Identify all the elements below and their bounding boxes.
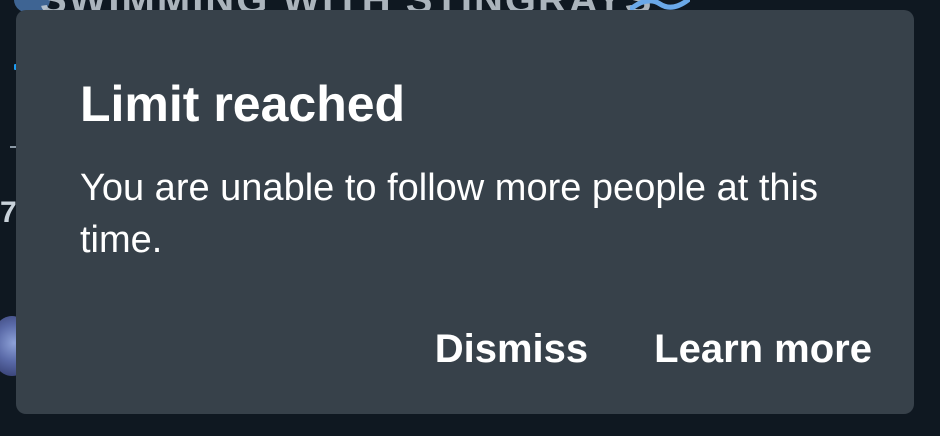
limit-reached-dialog: Limit reached You are unable to follow m… [16, 10, 914, 414]
dialog-title: Limit reached [80, 76, 406, 132]
learn-more-button[interactable]: Learn more [654, 322, 872, 376]
dismiss-button[interactable]: Dismiss [435, 322, 588, 376]
dialog-actions: Dismiss Learn more [435, 322, 872, 376]
dialog-message: You are unable to follow more people at … [80, 167, 818, 261]
